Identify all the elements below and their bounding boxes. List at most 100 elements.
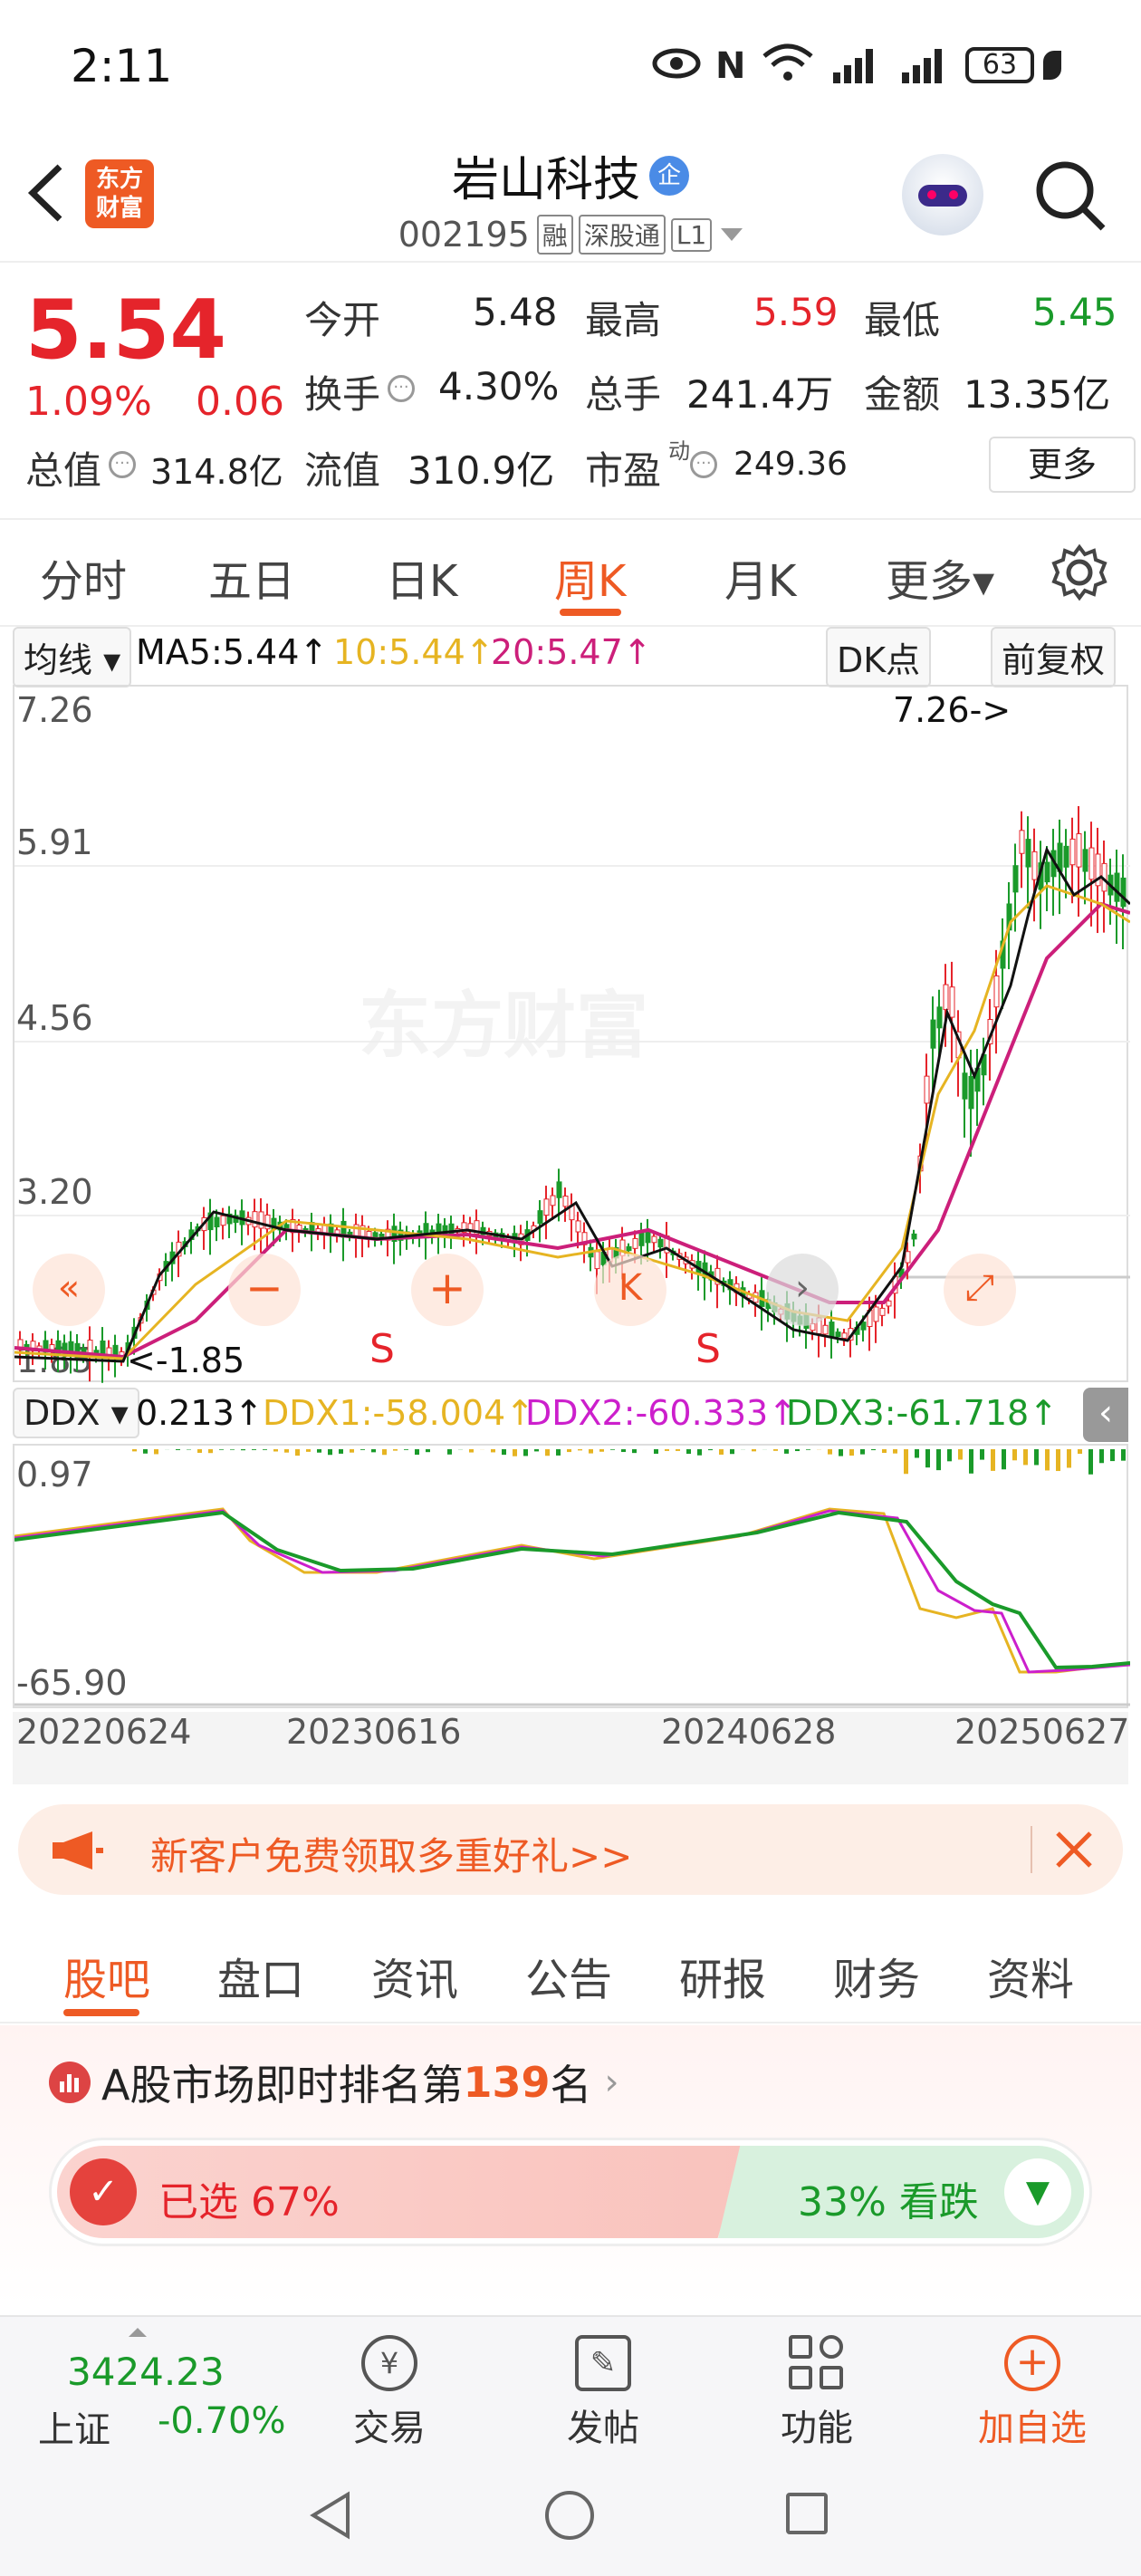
settings-gear-icon[interactable] <box>1050 543 1108 605</box>
nav-add-watchlist[interactable]: + 加自选 <box>960 2326 1105 2451</box>
search-icon[interactable] <box>1032 158 1108 237</box>
ma10-value: 10:5.44↑ <box>333 632 494 672</box>
ddx-bar <box>839 1449 843 1456</box>
kline-chart[interactable]: 7.26 5.91 4.56 3.20 1.85 东方财富 7.26-> <-1… <box>13 685 1130 1383</box>
tab-orderbook[interactable]: 盘口 <box>217 1944 304 2007</box>
ddx3-value: DDX3:-61.718↑ <box>786 1393 1059 1433</box>
tab-five-day[interactable]: 五日 <box>208 545 295 609</box>
enterprise-badge: 企 <box>649 155 689 196</box>
dk-point-button[interactable]: DK点 <box>826 627 932 687</box>
ddx-selector[interactable]: DDX ▾ <box>13 1388 139 1438</box>
bull-label: 已选 67% <box>158 2179 340 2225</box>
high-label: 最高 <box>585 298 662 342</box>
ddx-bar <box>1002 1449 1006 1470</box>
wifi-icon <box>761 42 815 87</box>
stock-name: 岩山科技 <box>451 153 640 207</box>
ddx-bar <box>828 1449 832 1455</box>
ddx-bar <box>230 1449 235 1450</box>
promo-text: 新客户免费领取多重好礼>> <box>150 1834 633 1879</box>
expand-icon[interactable]: ⤢ <box>944 1254 1016 1326</box>
ddx-bar <box>350 1449 354 1453</box>
info-icon[interactable]: ··· <box>388 375 415 402</box>
ddx-plot <box>14 1449 1130 1706</box>
more-button[interactable]: 更多 <box>989 437 1136 493</box>
ddx-bar <box>936 1449 941 1471</box>
bull-segment[interactable]: ✓ 已选 67% <box>57 2146 745 2238</box>
scroll-left-icon[interactable]: « <box>33 1254 105 1326</box>
zoom-in-icon[interactable]: + <box>411 1254 484 1326</box>
x-label-1: 20220624 <box>16 1712 192 1752</box>
bear-segment[interactable]: 33% 看跌 ▼ <box>718 2146 1084 2238</box>
ddx-bar <box>784 1449 789 1454</box>
promo-divider <box>1031 1826 1032 1873</box>
tab-finance[interactable]: 财务 <box>833 1944 920 2007</box>
float-value: 310.9亿 <box>408 448 555 493</box>
tab-monthly-k[interactable]: 月K <box>724 545 796 609</box>
info-tabs: 股吧 盘口 资讯 公告 研报 财务 资料 <box>0 1915 1141 2023</box>
candle-body <box>214 1216 220 1227</box>
market-rank[interactable]: A股市场即时排名第 139 名 › <box>49 2052 619 2112</box>
status-bar: 2:11 N 63 <box>0 0 1141 136</box>
ma-selector[interactable]: 均线 ▾ <box>13 627 132 687</box>
total-info-icon[interactable]: ··· <box>109 451 136 478</box>
ddx-value: 0.213↑ <box>136 1393 264 1433</box>
candle-body <box>993 975 1000 1008</box>
tab-more[interactable]: 更多▾ <box>886 545 994 609</box>
candle-body <box>556 1181 562 1198</box>
ddx-bar <box>654 1449 658 1454</box>
close-icon[interactable] <box>1052 1828 1096 1875</box>
ddx-bar <box>1056 1449 1060 1472</box>
ddx-bar <box>1023 1449 1028 1466</box>
ddx-bar <box>447 1449 452 1455</box>
eye-icon <box>652 47 701 83</box>
candle-body <box>905 1251 911 1264</box>
candle-body <box>1019 830 1025 854</box>
candle-body <box>258 1211 264 1229</box>
tab-intraday[interactable]: 分时 <box>40 545 127 609</box>
tab-profile[interactable]: 资料 <box>987 1944 1074 2007</box>
tab-news[interactable]: 资讯 <box>371 1944 458 2007</box>
sentiment-panel: A股市场即时排名第 139 名 › ✓ 已选 67% 33% 看跌 ▼ <box>0 2025 1141 2306</box>
candle-body <box>936 1006 943 1029</box>
signal-icon-2 <box>900 47 951 87</box>
nav-trade[interactable]: ¥ 交易 <box>317 2326 462 2451</box>
ddx-bar <box>534 1449 539 1452</box>
ddx-chart[interactable]: 0.97 -65.90 <box>13 1444 1130 1708</box>
tab-forum[interactable]: 股吧 <box>63 1944 150 2007</box>
tab-weekly-k[interactable]: 周K <box>554 545 626 609</box>
collapse-panel-icon[interactable]: ‹ <box>1083 1388 1128 1442</box>
dropdown-icon[interactable] <box>721 228 743 241</box>
ddx-bar <box>502 1449 506 1456</box>
tab-announcements[interactable]: 公告 <box>525 1944 612 2007</box>
bottom-nav: 3424.23 上证 -0.70% ¥ 交易 ✎ 发帖 功能 + 加自选 <box>0 2315 1141 2451</box>
back-icon[interactable] <box>25 161 65 228</box>
scroll-right-icon[interactable]: › <box>766 1254 839 1326</box>
change-amount: 0.06 <box>196 379 284 425</box>
index-change: -0.70% <box>158 2400 286 2442</box>
pe-info-icon[interactable]: ··· <box>690 451 717 478</box>
sell-signal-2: S <box>695 1326 721 1372</box>
candle-body <box>949 986 955 1018</box>
tab-daily-k[interactable]: 日K <box>386 545 457 609</box>
robot-avatar-icon[interactable] <box>902 154 983 235</box>
x-label-3: 20240628 <box>661 1712 837 1752</box>
nfc-icon: N <box>715 45 746 87</box>
kline-toggle-icon[interactable]: K <box>594 1254 666 1326</box>
ddx-bar <box>795 1449 800 1452</box>
ma20-value: 20:5.47↑ <box>491 632 652 672</box>
ddx-bar <box>404 1449 408 1450</box>
nav-post[interactable]: ✎ 发帖 <box>531 2326 676 2451</box>
index-widget[interactable]: 3424.23 上证 -0.70% <box>33 2328 286 2451</box>
ddx-bar <box>176 1449 180 1450</box>
system-recents-icon[interactable] <box>786 2493 828 2534</box>
ddx-bar <box>632 1449 637 1454</box>
tab-research[interactable]: 研报 <box>679 1944 766 2007</box>
adjust-button[interactable]: 前复权 <box>991 627 1117 687</box>
system-back-icon[interactable] <box>308 2491 353 2543</box>
system-home-icon[interactable] <box>545 2491 594 2540</box>
promo-banner[interactable]: 新客户免费领取多重好礼>> <box>18 1804 1123 1895</box>
ddx-bar <box>686 1449 691 1455</box>
nav-features[interactable]: 功能 <box>744 2326 889 2451</box>
turnover-value: 4.30% <box>438 364 560 409</box>
zoom-out-icon[interactable]: − <box>228 1254 301 1326</box>
